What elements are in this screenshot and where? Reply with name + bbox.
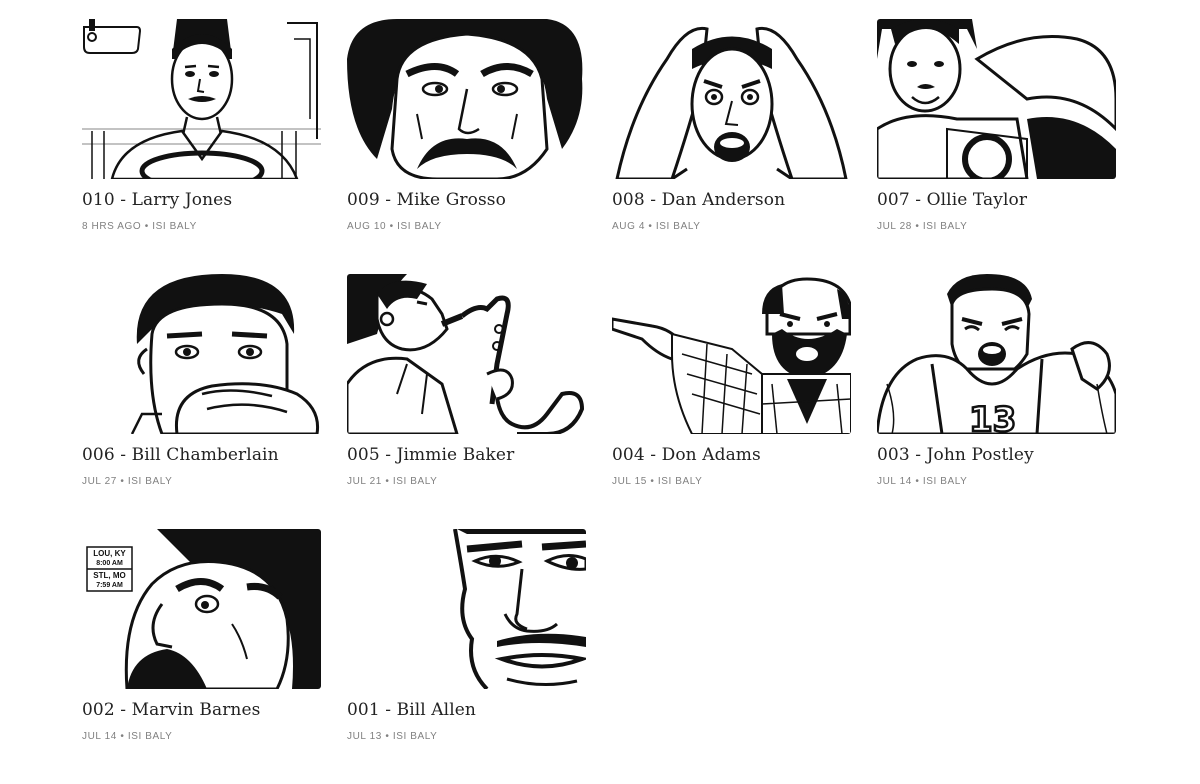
- meta-separator: •: [385, 476, 390, 487]
- post-card[interactable]: 008 - Dan Anderson AUG 4 • ISI BALY: [612, 19, 851, 274]
- post-author[interactable]: ISI BALY: [656, 221, 701, 232]
- sign-line: LOU, KY: [93, 549, 126, 558]
- portrait-illustration: [612, 274, 851, 434]
- post-thumbnail[interactable]: [612, 19, 851, 179]
- post-card[interactable]: 009 - Mike Grosso AUG 10 • ISI BALY: [347, 19, 586, 274]
- post-thumbnail[interactable]: LOU, KY 8:00 AM STL, MO 7:59 AM: [82, 529, 321, 689]
- post-card[interactable]: 010 - Larry Jones 8 HRS AGO • ISI BALY: [82, 19, 321, 274]
- post-thumbnail[interactable]: 13: [877, 274, 1116, 434]
- post-title[interactable]: 005 - Jimmie Baker: [347, 445, 586, 465]
- post-author[interactable]: ISI BALY: [393, 476, 438, 487]
- portrait-illustration: LOU, KY 8:00 AM STL, MO 7:59 AM: [82, 529, 321, 689]
- post-meta: AUG 10 • ISI BALY: [347, 221, 586, 232]
- post-author[interactable]: ISI BALY: [923, 476, 968, 487]
- meta-separator: •: [144, 221, 149, 232]
- post-thumbnail[interactable]: [612, 274, 851, 434]
- post-card[interactable]: 007 - Ollie Taylor JUL 28 • ISI BALY: [877, 19, 1116, 274]
- meta-separator: •: [389, 221, 394, 232]
- post-card[interactable]: 005 - Jimmie Baker JUL 21 • ISI BALY: [347, 274, 586, 529]
- post-date: JUL 13: [347, 731, 382, 742]
- meta-separator: •: [915, 476, 920, 487]
- portrait-illustration: [347, 529, 586, 689]
- portrait-illustration: [82, 274, 321, 434]
- post-author[interactable]: ISI BALY: [128, 731, 173, 742]
- meta-separator: •: [650, 476, 655, 487]
- sign-line: 8:00 AM: [96, 560, 123, 567]
- post-author[interactable]: ISI BALY: [128, 476, 173, 487]
- meta-separator: •: [648, 221, 653, 232]
- post-date: JUL 27: [82, 476, 117, 487]
- portrait-illustration: [612, 19, 851, 179]
- jersey-number: 13: [969, 400, 1016, 434]
- portrait-illustration: 13: [877, 274, 1116, 434]
- sign-line: STL, MO: [93, 571, 125, 580]
- post-meta: JUL 14 • ISI BALY: [877, 476, 1116, 487]
- post-thumbnail[interactable]: [82, 274, 321, 434]
- post-date: JUL 14: [82, 731, 117, 742]
- meta-separator: •: [120, 731, 125, 742]
- portrait-illustration: [82, 19, 321, 179]
- meta-separator: •: [915, 221, 920, 232]
- post-meta: AUG 4 • ISI BALY: [612, 221, 851, 232]
- post-author[interactable]: ISI BALY: [923, 221, 968, 232]
- post-title[interactable]: 010 - Larry Jones: [82, 190, 321, 210]
- post-title[interactable]: 002 - Marvin Barnes: [82, 700, 321, 720]
- post-thumbnail[interactable]: [347, 529, 586, 689]
- post-author[interactable]: ISI BALY: [393, 731, 438, 742]
- post-date: JUL 21: [347, 476, 382, 487]
- post-card[interactable]: 001 - Bill Allen JUL 13 • ISI BALY: [347, 529, 586, 784]
- post-title[interactable]: 008 - Dan Anderson: [612, 190, 851, 210]
- post-meta: JUL 27 • ISI BALY: [82, 476, 321, 487]
- post-card[interactable]: LOU, KY 8:00 AM STL, MO 7:59 AM 002 - Ma…: [82, 529, 321, 784]
- post-thumbnail[interactable]: [82, 19, 321, 179]
- post-author[interactable]: ISI BALY: [397, 221, 442, 232]
- post-author[interactable]: ISI BALY: [152, 221, 197, 232]
- post-date: AUG 10: [347, 221, 387, 232]
- portrait-illustration: [347, 19, 586, 179]
- post-meta: 8 HRS AGO • ISI BALY: [82, 221, 321, 232]
- post-meta: JUL 15 • ISI BALY: [612, 476, 851, 487]
- sign-line: 7:59 AM: [96, 582, 123, 589]
- meta-separator: •: [385, 731, 390, 742]
- post-card[interactable]: 006 - Bill Chamberlain JUL 27 • ISI BALY: [82, 274, 321, 529]
- post-title[interactable]: 004 - Don Adams: [612, 445, 851, 465]
- post-meta: JUL 21 • ISI BALY: [347, 476, 586, 487]
- post-author[interactable]: ISI BALY: [658, 476, 703, 487]
- post-thumbnail[interactable]: [347, 19, 586, 179]
- post-thumbnail[interactable]: [347, 274, 586, 434]
- post-title[interactable]: 001 - Bill Allen: [347, 700, 586, 720]
- post-meta: JUL 28 • ISI BALY: [877, 221, 1116, 232]
- post-date: JUL 14: [877, 476, 912, 487]
- post-date: AUG 4: [612, 221, 646, 232]
- post-card[interactable]: 13 003 - John Postley JUL 14 • ISI BALY: [877, 274, 1116, 529]
- post-grid: 010 - Larry Jones 8 HRS AGO • ISI BALY 0…: [82, 19, 1116, 784]
- post-title[interactable]: 009 - Mike Grosso: [347, 190, 586, 210]
- post-title[interactable]: 003 - John Postley: [877, 445, 1116, 465]
- post-title[interactable]: 006 - Bill Chamberlain: [82, 445, 321, 465]
- portrait-illustration: [347, 274, 586, 434]
- post-meta: JUL 14 • ISI BALY: [82, 731, 321, 742]
- meta-separator: •: [120, 476, 125, 487]
- post-meta: JUL 13 • ISI BALY: [347, 731, 586, 742]
- post-date: JUL 28: [877, 221, 912, 232]
- post-date: JUL 15: [612, 476, 647, 487]
- post-date: 8 HRS AGO: [82, 221, 142, 232]
- post-thumbnail[interactable]: [877, 19, 1116, 179]
- post-card[interactable]: 004 - Don Adams JUL 15 • ISI BALY: [612, 274, 851, 529]
- post-title[interactable]: 007 - Ollie Taylor: [877, 190, 1116, 210]
- portrait-illustration: [877, 19, 1116, 179]
